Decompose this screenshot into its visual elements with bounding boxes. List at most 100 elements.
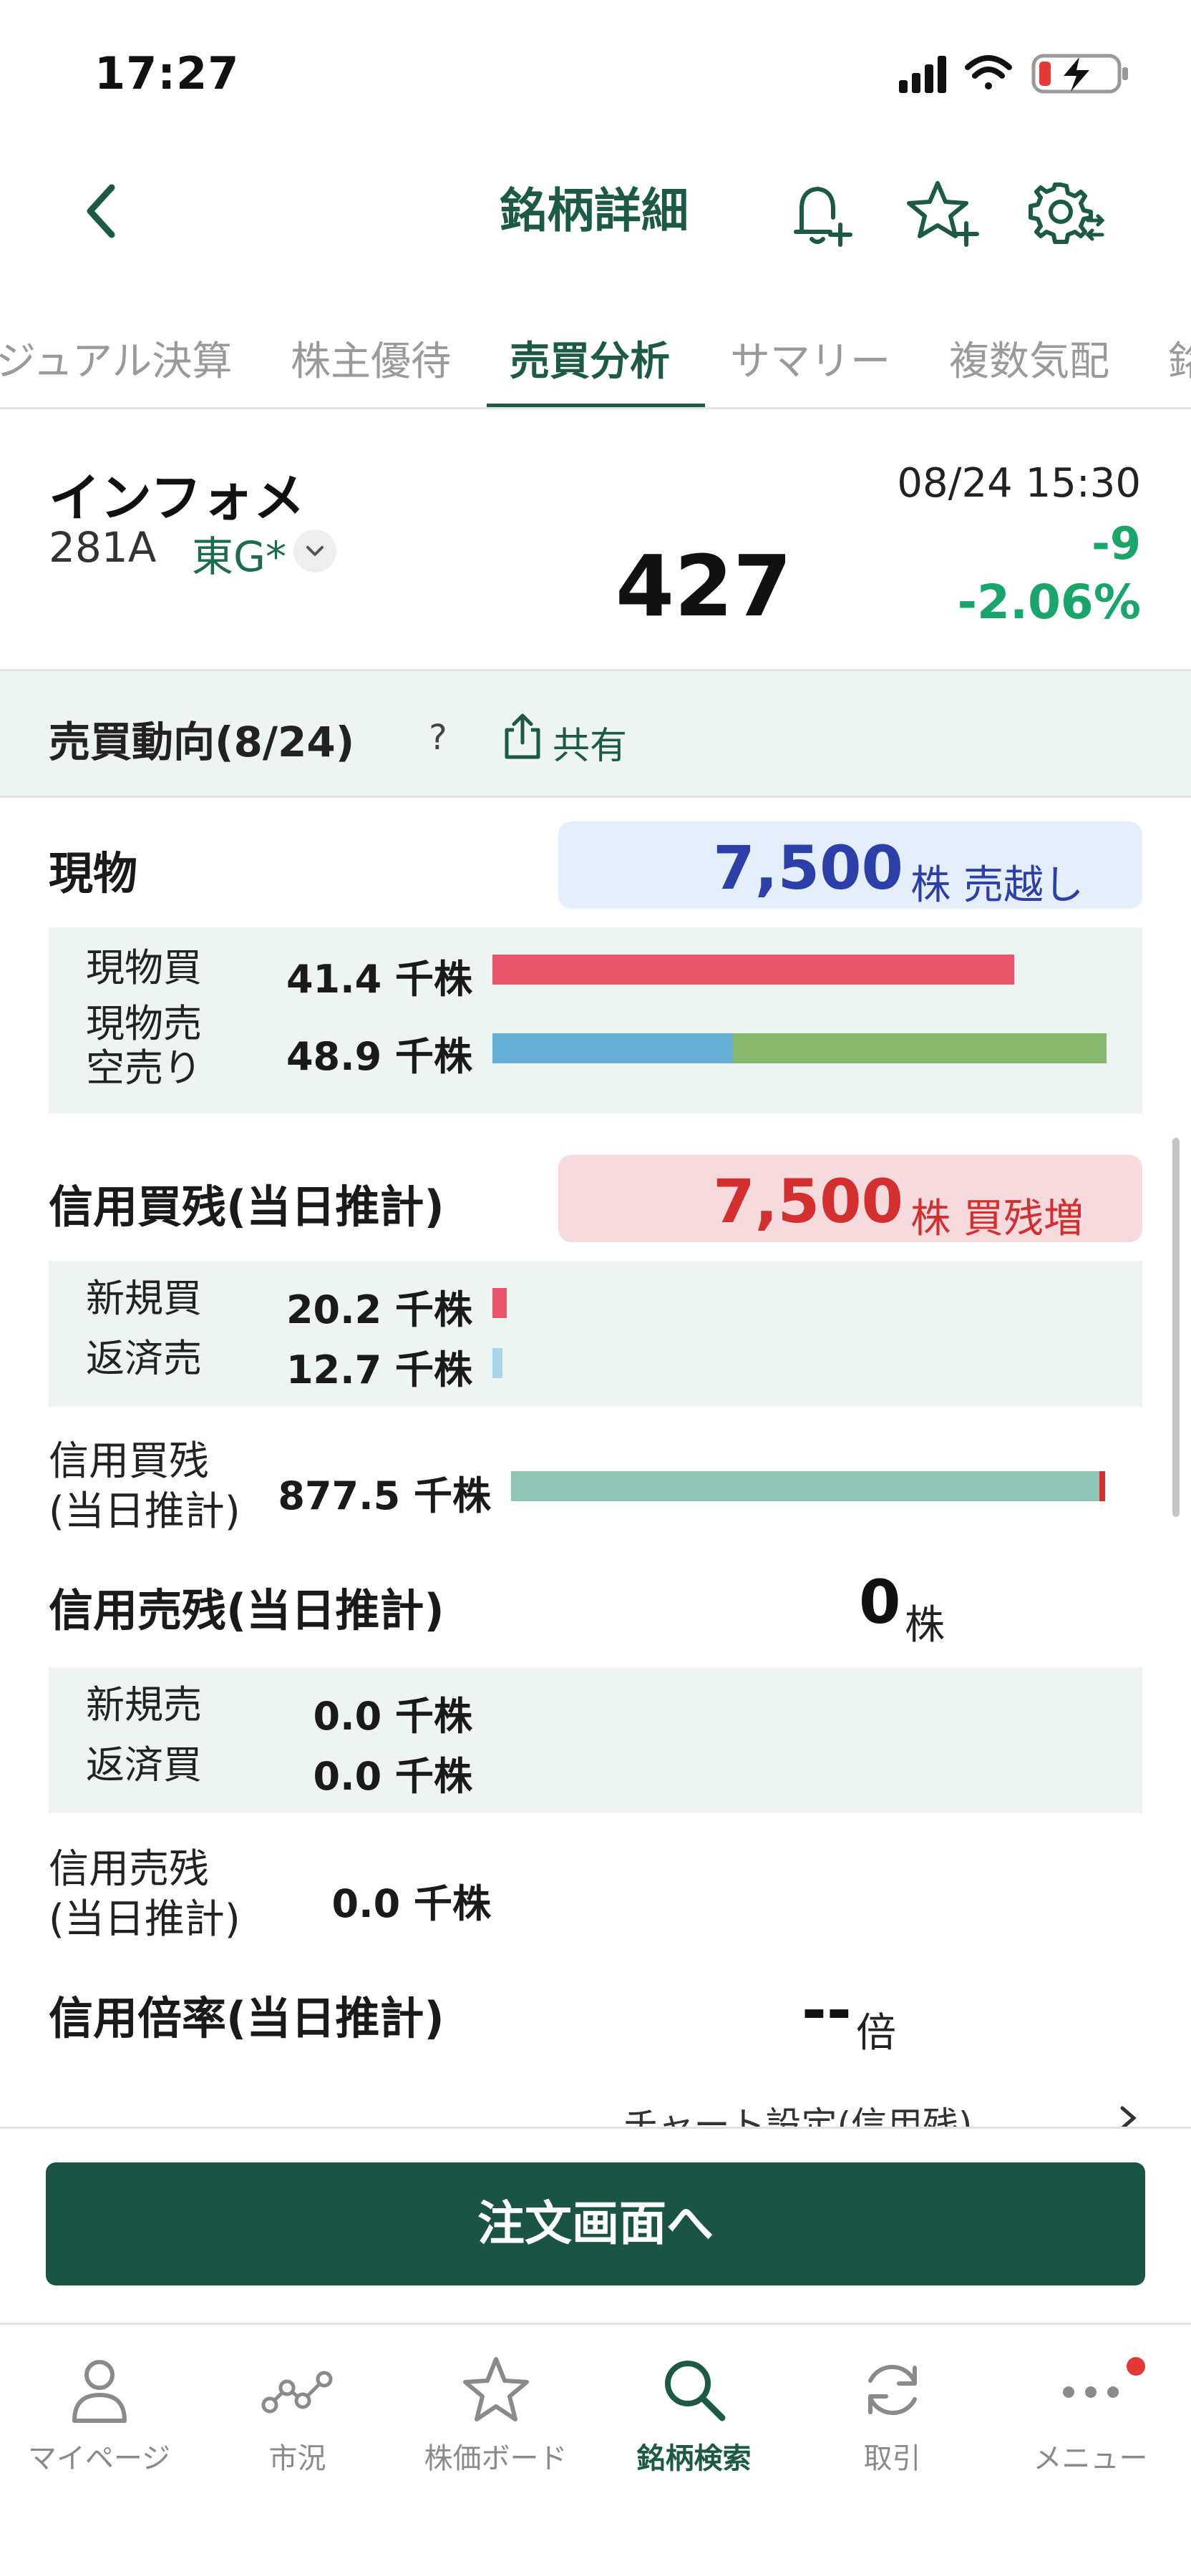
bottom-tab-bar: マイページ 市況 株価ボード 銘柄検索 取引 メニュー — [0, 2323, 1191, 2576]
new-buy-bar — [492, 1288, 507, 1318]
tab-more[interactable]: 銘 — [1168, 329, 1191, 387]
margin-ratio-section-title: 信用倍率(当日推計) — [49, 1992, 444, 2044]
share-label: 共有 — [553, 725, 628, 768]
price-change-percent: -2.06% — [957, 575, 1141, 630]
status-icons — [899, 54, 1128, 94]
margin-buy-net-badge: 7,500 株 買残増 — [558, 1155, 1142, 1242]
tab-multi-quotes[interactable]: 複数気配 — [949, 329, 1109, 387]
active-tab-indicator — [487, 404, 705, 407]
wifi-icon — [965, 55, 1012, 89]
tabbar-label: 取引 — [863, 2442, 921, 2475]
margin-sell-balance-label: 信用売残 — [49, 1846, 209, 1893]
new-buy-value: 20.2 千株 — [286, 1287, 472, 1332]
margin-buy-balance-value: 877.5 千株 — [278, 1473, 491, 1518]
chevron-down-icon[interactable] — [293, 530, 336, 572]
margin-buy-balance-sublabel: (当日推計) — [49, 1488, 240, 1535]
help-button[interactable]: ? — [408, 713, 468, 763]
repay-buy-label: 返済買 — [86, 1742, 202, 1787]
margin-sell-net-value: 0 — [859, 1567, 901, 1637]
status-time: 17:27 — [94, 47, 240, 99]
spot-net-unit: 株 売越し — [910, 862, 1084, 909]
margin-buy-net-value: 7,500 — [713, 1166, 903, 1236]
trend-title: 売買動向(8/24) — [49, 718, 355, 766]
star-icon — [462, 2357, 529, 2421]
margin-buy-balance-change-bar — [1099, 1471, 1105, 1501]
share-button[interactable]: 共有 — [501, 707, 644, 768]
signal-icon — [899, 56, 946, 93]
tabbar-item-search[interactable]: 銘柄検索 — [595, 2351, 793, 2477]
settings-gear-icon[interactable] — [1028, 175, 1107, 253]
spot-sell-label: 現物売 — [86, 1001, 202, 1046]
scrollbar[interactable] — [1172, 1138, 1180, 1517]
bell-plus-icon[interactable] — [780, 175, 859, 253]
margin-buy-balance-label: 信用買残 — [49, 1438, 209, 1485]
stock-code: 281A — [49, 523, 157, 572]
tabbar-label: マイページ — [27, 2442, 171, 2475]
tabbar-label: 市況 — [268, 2442, 326, 2475]
spot-panel: 現物買 41.4 千株 現物売 空売り 48.9 千株 — [49, 927, 1142, 1113]
trading-trend-header: 売買動向(8/24) ? 共有 — [0, 669, 1191, 798]
tabbar-label: メニュー — [1033, 2442, 1148, 2475]
stock-name: インフォメ — [49, 468, 305, 528]
new-sell-value: 0.0 千株 — [313, 1694, 472, 1739]
tabbar-item-stock-board[interactable]: 株価ボード — [397, 2351, 595, 2477]
nav-bar: 銘柄詳細 — [0, 143, 1191, 279]
tabbar-label: 銘柄検索 — [636, 2442, 752, 2475]
search-icon — [664, 2361, 725, 2421]
repay-sell-bar — [492, 1348, 502, 1378]
spot-buy-bar — [492, 955, 1014, 985]
margin-buy-panel: 新規買 20.2 千株 返済売 12.7 千株 — [49, 1261, 1142, 1407]
order-screen-button[interactable]: 注文画面へ — [46, 2162, 1145, 2285]
margin-sell-section-title: 信用売残(当日推計) — [49, 1584, 444, 1636]
battery-charging-icon — [1031, 54, 1128, 94]
margin-ratio-unit: 倍 — [856, 2010, 896, 2057]
tab-shareholder-benefits[interactable]: 株主優待 — [291, 329, 451, 387]
tab-bar: ジュアル決算 株主優待 売買分析 サマリー 複数気配 銘 — [0, 308, 1191, 409]
status-bar: 17:27 — [0, 0, 1191, 143]
margin-sell-net-unit: 株 — [905, 1602, 945, 1649]
repay-sell-label: 返済売 — [86, 1336, 202, 1381]
refresh-icon — [867, 2364, 917, 2416]
spot-buy-value: 41.4 千株 — [286, 957, 472, 1002]
market-selector[interactable]: 東G* — [192, 523, 286, 583]
tab-summary[interactable]: サマリー — [730, 329, 890, 387]
tabbar-item-mypage[interactable]: マイページ — [0, 2351, 198, 2477]
stock-price: 427 — [616, 537, 792, 635]
new-buy-label: 新規買 — [86, 1276, 202, 1321]
spot-net-badge: 7,500 株 売越し — [558, 821, 1142, 909]
spot-sell-bar — [492, 1033, 732, 1063]
margin-ratio-value: -- — [802, 1975, 852, 2045]
new-sell-label: 新規売 — [86, 1682, 202, 1727]
margin-buy-balance-bar — [511, 1471, 1099, 1501]
notification-badge — [1127, 2357, 1145, 2376]
spot-net-value: 7,500 — [713, 833, 903, 903]
short-sell-bar — [732, 1033, 1107, 1063]
tabbar-item-market[interactable]: 市況 — [198, 2351, 397, 2477]
tab-visual-earnings[interactable]: ジュアル決算 — [0, 329, 232, 387]
tabbar-item-menu[interactable]: メニュー — [991, 2351, 1190, 2477]
person-icon — [72, 2360, 127, 2423]
margin-sell-balance-value: 0.0 千株 — [331, 1881, 491, 1926]
spot-sell-value: 48.9 千株 — [286, 1034, 472, 1079]
price-change: -9 — [1092, 517, 1141, 570]
margin-sell-panel: 新規売 0.0 千株 返済買 0.0 千株 — [49, 1667, 1142, 1813]
more-icon — [1062, 2386, 1119, 2398]
spot-section-title: 現物 — [49, 847, 138, 899]
tab-trading-analysis[interactable]: 売買分析 — [510, 329, 670, 387]
market-chart-icon — [261, 2371, 332, 2414]
repay-buy-value: 0.0 千株 — [313, 1754, 472, 1799]
short-sell-label: 空売り — [86, 1045, 202, 1091]
stock-header: インフォメ 281A 東G* 427 08/24 15:30 -9 -2.06% — [0, 411, 1191, 669]
repay-sell-value: 12.7 千株 — [286, 1347, 472, 1392]
spot-buy-label: 現物買 — [86, 945, 202, 990]
tabbar-label: 株価ボード — [424, 2442, 568, 2475]
margin-buy-net-unit: 株 買残増 — [910, 1196, 1084, 1242]
share-icon — [505, 713, 540, 759]
margin-buy-section-title: 信用買残(当日推計) — [49, 1181, 444, 1233]
star-plus-icon[interactable] — [903, 175, 982, 253]
margin-sell-balance-sublabel: (当日推計) — [49, 1896, 240, 1943]
tabbar-item-trade[interactable]: 取引 — [793, 2351, 991, 2477]
back-icon[interactable] — [72, 179, 136, 243]
page-title: 銘柄詳細 — [500, 183, 689, 238]
price-timestamp: 08/24 15:30 — [897, 460, 1141, 507]
